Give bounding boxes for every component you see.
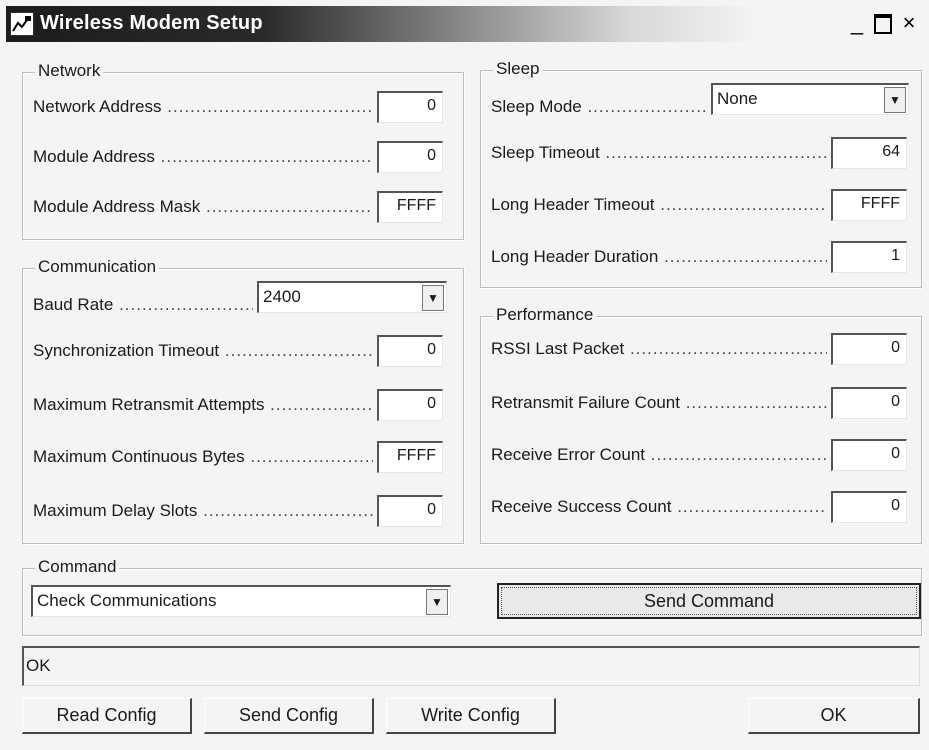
sleep-mode-select[interactable]: None ▼ [711, 83, 909, 115]
module-address-mask-field[interactable]: FFFF [377, 191, 443, 223]
command-select[interactable]: Check Communications ▼ [31, 585, 451, 617]
sleep-timeout-row: Sleep Timeout 64 [491, 137, 913, 171]
chevron-down-icon[interactable]: ▼ [426, 589, 448, 615]
sleep-group: Sleep Sleep Mode None ▼ Sleep Timeout 64… [480, 59, 922, 288]
long-header-duration-field[interactable]: 1 [831, 241, 907, 273]
network-address-label: Network Address [33, 97, 373, 117]
rssi-last-packet-field[interactable]: 0 [831, 333, 907, 365]
sync-timeout-row: Synchronization Timeout 0 [33, 335, 455, 369]
command-group: Command Check Communications ▼ Send Comm… [22, 557, 922, 636]
title-bar[interactable]: Wireless Modem Setup _ × [6, 6, 923, 42]
retransmit-failure-row: Retransmit Failure Count 0 [491, 387, 913, 421]
sync-timeout-label: Synchronization Timeout [33, 341, 373, 361]
baud-rate-select[interactable]: 2400 ▼ [257, 281, 447, 313]
communication-group: Communication Baud Rate 2400 ▼ Synchroni… [22, 257, 464, 544]
long-header-duration-label: Long Header Duration [491, 247, 827, 267]
receive-success-row: Receive Success Count 0 [491, 491, 913, 525]
max-delay-slots-label: Maximum Delay Slots [33, 501, 373, 521]
send-command-button[interactable]: Send Command [497, 583, 921, 619]
baud-rate-value: 2400 [263, 287, 301, 306]
modem-setup-icon [10, 12, 34, 36]
long-header-timeout-field[interactable]: FFFF [831, 189, 907, 221]
receive-success-field[interactable]: 0 [831, 491, 907, 523]
max-delay-slots-row: Maximum Delay Slots 0 [33, 495, 455, 529]
send-config-button[interactable]: Send Config [204, 698, 374, 734]
network-address-field[interactable]: 0 [377, 91, 443, 123]
window-title: Wireless Modem Setup [40, 12, 263, 34]
rssi-last-packet-label: RSSI Last Packet [491, 339, 827, 359]
max-retransmit-label: Maximum Retransmit Attempts [33, 395, 373, 415]
module-address-field[interactable]: 0 [377, 141, 443, 173]
maximize-icon [874, 14, 892, 34]
sleep-mode-value: None [717, 89, 758, 108]
module-address-mask-label: Module Address Mask [33, 197, 373, 217]
retransmit-failure-field[interactable]: 0 [831, 387, 907, 419]
max-retransmit-field[interactable]: 0 [377, 389, 443, 421]
rssi-last-packet-row: RSSI Last Packet 0 [491, 333, 913, 367]
receive-error-row: Receive Error Count 0 [491, 439, 913, 473]
maximize-button[interactable] [870, 10, 896, 36]
sleep-legend: Sleep [493, 59, 543, 79]
sync-timeout-field[interactable]: 0 [377, 335, 443, 367]
send-command-label: Send Command [501, 587, 917, 615]
communication-legend: Communication [35, 257, 160, 277]
max-continuous-bytes-row: Maximum Continuous Bytes FFFF [33, 441, 455, 475]
receive-error-label: Receive Error Count [491, 445, 827, 465]
receive-error-field[interactable]: 0 [831, 439, 907, 471]
chevron-down-icon[interactable]: ▼ [422, 285, 444, 311]
command-value: Check Communications [37, 591, 217, 610]
long-header-timeout-label: Long Header Timeout [491, 195, 827, 215]
module-address-label: Module Address [33, 147, 373, 167]
baud-rate-row: Baud Rate 2400 ▼ [33, 281, 455, 315]
long-header-timeout-row: Long Header Timeout FFFF [491, 189, 913, 223]
max-continuous-bytes-field[interactable]: FFFF [377, 441, 443, 473]
module-address-row: Module Address 0 [33, 141, 455, 175]
performance-legend: Performance [493, 305, 597, 325]
network-address-row: Network Address 0 [33, 91, 455, 125]
sleep-timeout-field[interactable]: 64 [831, 137, 907, 169]
sleep-mode-row: Sleep Mode None ▼ [491, 83, 913, 117]
receive-success-label: Receive Success Count [491, 497, 827, 517]
performance-group: Performance RSSI Last Packet 0 Retransmi… [480, 305, 922, 544]
sleep-timeout-label: Sleep Timeout [491, 143, 827, 163]
ok-button[interactable]: OK [748, 698, 920, 734]
network-group: Network Network Address 0 Module Address… [22, 61, 464, 240]
status-field: OK [22, 646, 920, 686]
chevron-down-icon[interactable]: ▼ [884, 87, 906, 113]
close-button[interactable]: × [896, 10, 922, 36]
baud-rate-label: Baud Rate [33, 295, 253, 315]
max-continuous-bytes-label: Maximum Continuous Bytes [33, 447, 373, 467]
module-address-mask-row: Module Address Mask FFFF [33, 191, 455, 225]
network-legend: Network [35, 61, 104, 81]
long-header-duration-row: Long Header Duration 1 [491, 241, 913, 275]
minimize-button[interactable]: _ [844, 10, 870, 36]
write-config-button[interactable]: Write Config [386, 698, 556, 734]
sleep-mode-label: Sleep Mode [491, 97, 707, 117]
retransmit-failure-label: Retransmit Failure Count [491, 393, 827, 413]
command-legend: Command [35, 557, 120, 577]
read-config-button[interactable]: Read Config [22, 698, 192, 734]
max-retransmit-row: Maximum Retransmit Attempts 0 [33, 389, 455, 423]
max-delay-slots-field[interactable]: 0 [377, 495, 443, 527]
